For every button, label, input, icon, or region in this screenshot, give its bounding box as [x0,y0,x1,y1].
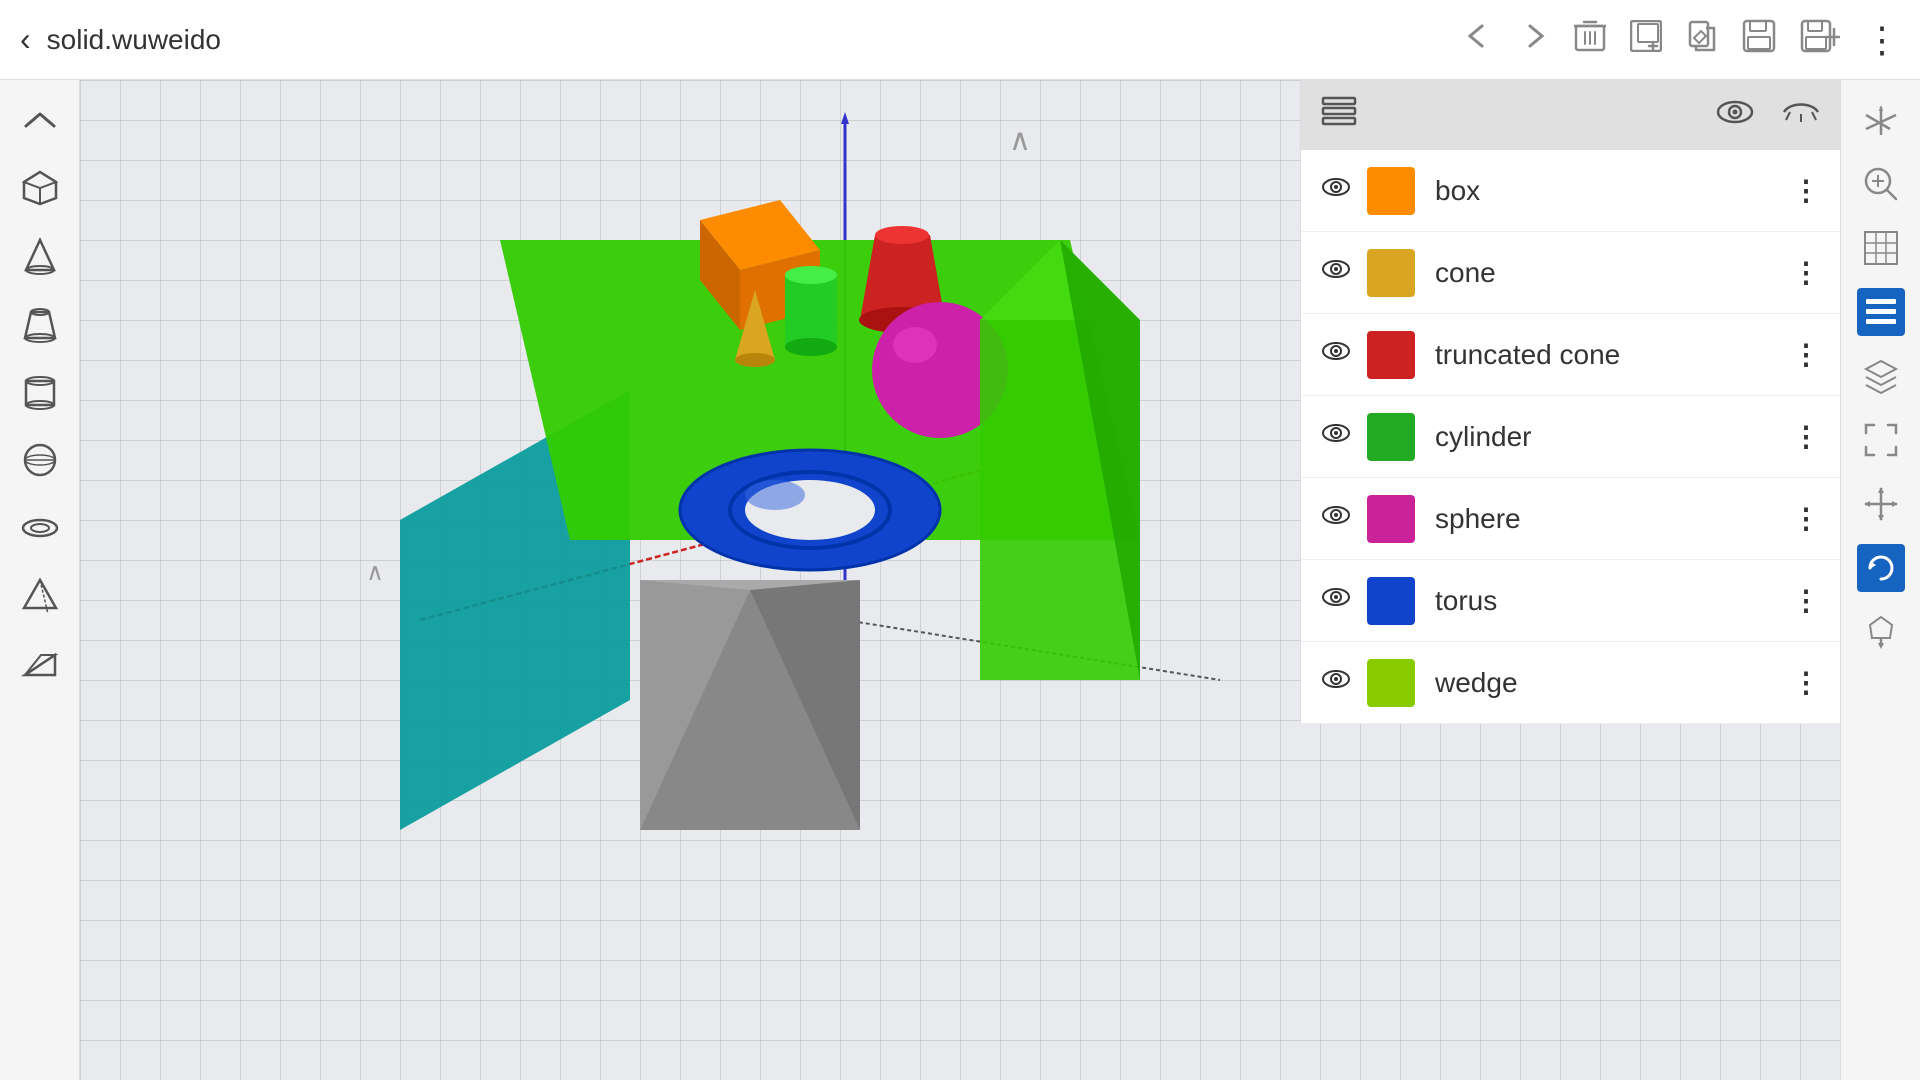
layer-more-box[interactable]: ⋮ [1792,174,1820,207]
layer-more-cone[interactable]: ⋮ [1792,256,1820,289]
sphere-tool[interactable] [16,436,64,484]
frame-button[interactable] [1857,416,1905,464]
topbar: ‹ solid.wuweido ⋮ [0,0,1920,80]
toolbar-right: ⋮ [1462,18,1900,61]
color-swatch-truncated_cone [1367,331,1415,379]
layer-panel-icon [1321,94,1357,137]
cylinder-tool[interactable] [16,368,64,416]
search-3d-button[interactable] [1857,160,1905,208]
save-plus-button[interactable] [1800,19,1840,60]
add-button[interactable] [1630,20,1662,59]
layer-item-cylinder: cylinder ⋮ [1301,396,1840,478]
layer-item-sphere: sphere ⋮ [1301,478,1840,560]
save-button[interactable] [1742,19,1776,60]
layer-item-cone: cone ⋮ [1301,232,1840,314]
wedge-tool[interactable] [16,640,64,688]
color-swatch-sphere [1367,495,1415,543]
layer-item-wedge: wedge ⋮ [1301,642,1840,724]
more-menu-button[interactable]: ⋮ [1864,19,1900,61]
layer-more-wedge[interactable]: ⋮ [1792,666,1820,699]
cube-tool[interactable] [16,164,64,212]
color-swatch-cylinder [1367,413,1415,461]
layer-more-truncated_cone[interactable]: ⋮ [1792,338,1820,371]
layer-label-sphere: sphere [1435,503,1792,535]
nav-forward-button[interactable] [1518,20,1550,59]
svg-text:∧: ∧ [366,559,384,586]
right-sidebar [1840,80,1920,1080]
truncated-cone-tool[interactable] [16,300,64,348]
hide-all-button[interactable] [1782,98,1820,132]
layer-label-cylinder: cylinder [1435,421,1792,453]
move-button[interactable] [1857,480,1905,528]
cone-tool[interactable] [16,232,64,280]
visibility-toggle-truncated_cone[interactable] [1321,340,1351,369]
layer-item-box: box ⋮ [1301,150,1840,232]
grid-settings-button[interactable] [1857,224,1905,272]
visibility-toggle-box[interactable] [1321,176,1351,205]
axes-3d-icon[interactable] [1857,96,1905,144]
nav-back-button[interactable] [1462,20,1494,59]
visibility-toggle-cone[interactable] [1321,258,1351,287]
transform-button[interactable] [1857,608,1905,656]
layer-label-box: box [1435,175,1792,207]
back-button[interactable]: ‹ [20,21,31,58]
visibility-toggle-sphere[interactable] [1321,504,1351,533]
torus-tool[interactable] [16,504,64,552]
visibility-all-button[interactable] [1716,98,1754,133]
layers-panel-button[interactable] [1857,288,1905,336]
color-swatch-torus [1367,577,1415,625]
delete-button[interactable] [1574,18,1606,61]
layer-label-wedge: wedge [1435,667,1792,699]
color-swatch-cone [1367,249,1415,297]
pyramid-tool[interactable] [16,572,64,620]
page-title: solid.wuweido [47,24,1462,56]
visibility-toggle-torus[interactable] [1321,586,1351,615]
layer-item-truncated_cone: truncated cone ⋮ [1301,314,1840,396]
layer-label-torus: torus [1435,585,1792,617]
layer-more-sphere[interactable]: ⋮ [1792,502,1820,535]
color-swatch-box [1367,167,1415,215]
layer-label-cone: cone [1435,257,1792,289]
layer-panel: box ⋮ cone ⋮ truncated cone ⋮ cylinder ⋮… [1300,80,1840,724]
rotate-button[interactable] [1857,544,1905,592]
color-swatch-wedge [1367,659,1415,707]
stack-layers-button[interactable] [1857,352,1905,400]
edit-button[interactable] [1686,20,1718,59]
svg-text:∧: ∧ [1009,124,1031,157]
left-sidebar [0,80,80,1080]
layer-item-torus: torus ⋮ [1301,560,1840,642]
layer-more-cylinder[interactable]: ⋮ [1792,420,1820,453]
visibility-toggle-wedge[interactable] [1321,668,1351,697]
collapse-icon[interactable] [16,96,64,144]
layer-more-torus[interactable]: ⋮ [1792,584,1820,617]
layer-label-truncated_cone: truncated cone [1435,339,1792,371]
layer-items-list: box ⋮ cone ⋮ truncated cone ⋮ cylinder ⋮… [1301,150,1840,724]
visibility-toggle-cylinder[interactable] [1321,422,1351,451]
layer-panel-header [1301,80,1840,150]
